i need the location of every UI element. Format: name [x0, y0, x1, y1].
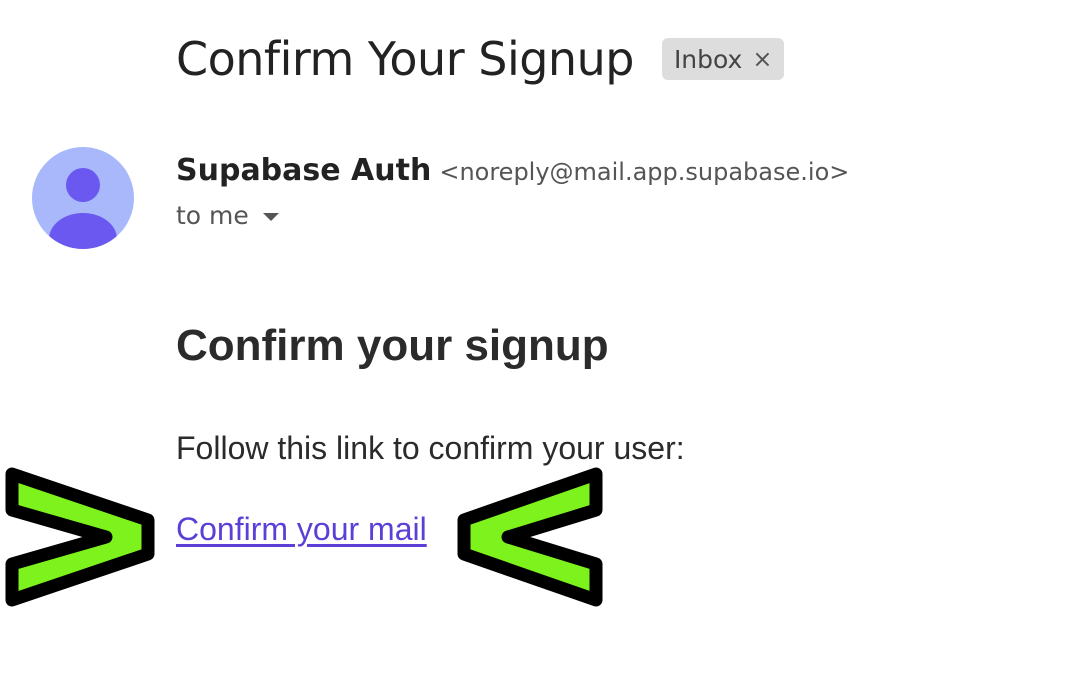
sender-info: Supabase Auth <noreply@mail.app.supabase.… — [176, 150, 849, 230]
person-icon — [49, 168, 117, 249]
label-chip-text: Inbox — [673, 44, 743, 74]
greater-than-arrow-icon — [5, 467, 155, 607]
remove-label-icon[interactable]: × — [752, 47, 772, 71]
sender-avatar[interactable] — [32, 147, 134, 249]
recipient-text: to me — [176, 201, 249, 230]
caret-down-icon[interactable] — [262, 213, 279, 221]
body-heading: Confirm your signup — [176, 321, 609, 370]
recipient-details-toggle[interactable]: to me — [176, 201, 279, 230]
body-instruction: Follow this link to confirm your user: — [176, 430, 685, 466]
confirm-mail-link[interactable]: Confirm your mail — [176, 508, 427, 550]
sender-name[interactable]: Supabase Auth — [176, 153, 431, 188]
less-than-arrow-icon — [457, 467, 603, 607]
sender-address: <noreply@mail.app.supabase.io> — [439, 158, 850, 186]
subject-row: Confirm Your Signup Inbox × — [176, 28, 785, 90]
email-subject: Confirm Your Signup — [176, 32, 634, 86]
sender-line: Supabase Auth <noreply@mail.app.supabase.… — [176, 150, 849, 197]
inbox-label-chip[interactable]: Inbox × — [661, 38, 785, 80]
